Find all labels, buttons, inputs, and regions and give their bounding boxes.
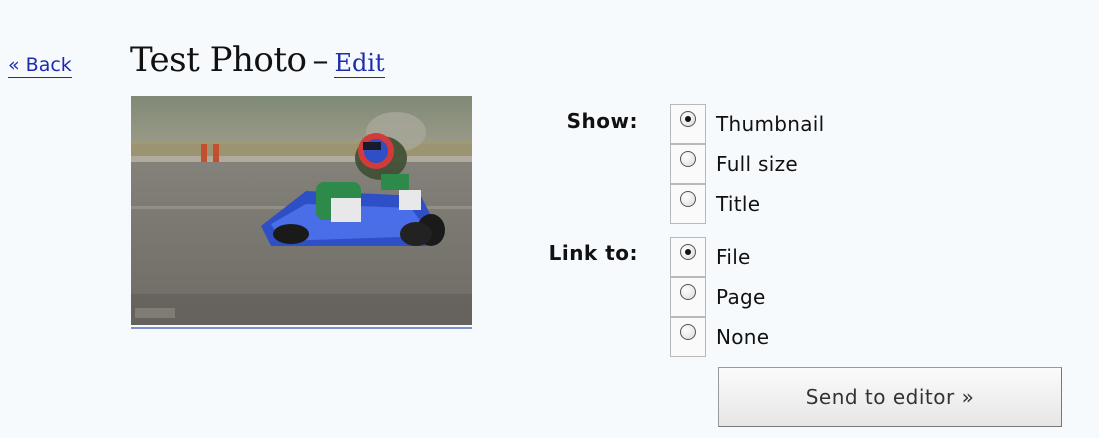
go-kart-photo-icon xyxy=(131,96,472,325)
edit-link[interactable]: Edit xyxy=(334,49,385,78)
show-label: Show: xyxy=(566,109,638,133)
link-option-file[interactable]: File xyxy=(670,237,751,277)
option-label-thumbnail: Thumbnail xyxy=(716,112,825,136)
link-option-page[interactable]: Page xyxy=(670,277,766,317)
title-radio[interactable] xyxy=(680,191,696,207)
show-option-title[interactable]: Title xyxy=(670,184,760,224)
option-label-title: Title xyxy=(716,192,761,216)
radio-box xyxy=(670,237,706,277)
send-to-editor-button[interactable]: Send to editor » xyxy=(718,367,1062,427)
show-option-thumbnail[interactable]: Thumbnail xyxy=(670,104,825,144)
photo-thumbnail[interactable] xyxy=(131,96,472,332)
show-option-full-size[interactable]: Full size xyxy=(670,144,798,184)
file-radio[interactable] xyxy=(680,244,696,260)
thumbnail-radio[interactable] xyxy=(680,111,696,127)
option-label-none: None xyxy=(716,325,770,349)
full-size-radio[interactable] xyxy=(680,151,696,167)
page-radio[interactable] xyxy=(680,284,696,300)
page-title: Test Photo xyxy=(130,40,307,80)
page-header: Test Photo – Edit xyxy=(130,40,385,80)
link-to-label: Link to: xyxy=(548,241,638,265)
none-radio[interactable] xyxy=(680,324,696,340)
title-separator: – xyxy=(312,41,329,79)
radio-box xyxy=(670,317,706,357)
back-link[interactable]: « Back xyxy=(8,56,72,78)
photo-underline xyxy=(131,327,472,329)
link-option-none[interactable]: None xyxy=(670,317,769,357)
option-label-page: Page xyxy=(716,285,766,309)
option-label-full-size: Full size xyxy=(716,152,799,176)
insert-media-panel: « Back Test Photo – Edit Show: Thumbnail… xyxy=(0,0,1099,438)
option-label-file: File xyxy=(716,245,751,269)
radio-box xyxy=(670,277,706,317)
radio-box xyxy=(670,104,706,144)
radio-box xyxy=(670,144,706,184)
radio-box xyxy=(670,184,706,224)
